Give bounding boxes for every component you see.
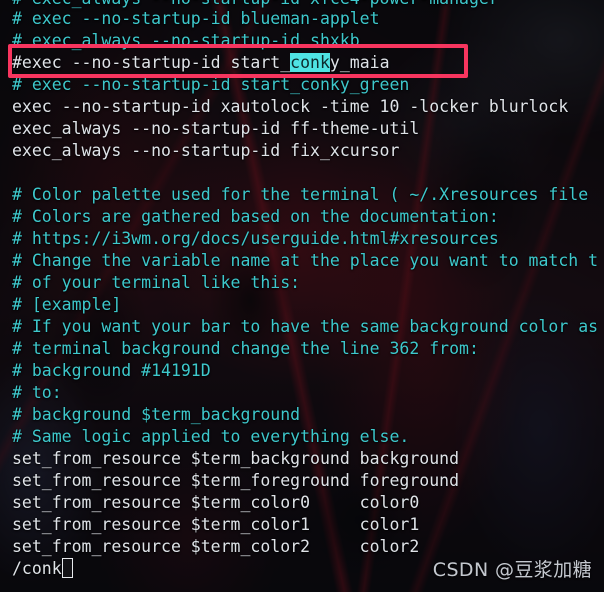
code-line[interactable]: # Same logic applied to everything else. — [12, 426, 409, 448]
code-line[interactable]: # [example] — [12, 294, 121, 316]
code-line[interactable]: /conk — [12, 558, 62, 580]
code-line[interactable]: # Change the variable name at the place … — [12, 250, 598, 272]
code-line[interactable]: # exec --no-startup-id blueman-applet — [12, 8, 380, 30]
code-line[interactable]: set_from_resource $term_color1 color1 — [12, 514, 419, 536]
screenshot-root: # exec_always --no-startup-id xfce4-powe… — [0, 0, 604, 592]
code-line[interactable]: # of your terminal like this: — [12, 272, 300, 294]
code-line[interactable]: set_from_resource $term_background backg… — [12, 448, 459, 470]
code-line[interactable]: # background $term_background — [12, 404, 300, 426]
code-line[interactable]: set_from_resource $term_foreground foreg… — [12, 470, 459, 492]
code-line[interactable]: # exec --no-startup-id start_conky_green — [12, 74, 409, 96]
csdn-watermark: CSDN @豆浆加糖 — [432, 559, 592, 581]
code-line[interactable]: # Colors are gathered based on the docum… — [12, 206, 499, 228]
code-line[interactable]: #exec --no-startup-id start_conky_maia — [12, 52, 390, 74]
search-match-highlight: conk — [290, 53, 330, 72]
code-line[interactable]: exec --no-startup-id xautolock -time 10 … — [12, 96, 568, 118]
terminal-window[interactable]: # exec_always --no-startup-id xfce4-powe… — [0, 0, 604, 592]
code-line[interactable]: # terminal background change the line 36… — [12, 338, 479, 360]
code-line[interactable]: # exec_always --no-startup-id shxkb — [12, 30, 360, 52]
text-cursor — [62, 558, 73, 578]
code-line[interactable]: exec_always --no-startup-id fix_xcursor — [12, 140, 399, 162]
code-line[interactable]: set_from_resource $term_color0 color0 — [12, 492, 419, 514]
code-line[interactable]: # background #14191D — [12, 360, 211, 382]
code-line[interactable]: # https://i3wm.org/docs/userguide.html#x… — [12, 228, 499, 250]
code-line[interactable]: # Color palette used for the terminal ( … — [12, 184, 588, 206]
code-line[interactable]: exec_always --no-startup-id ff-theme-uti… — [12, 118, 419, 140]
code-line[interactable]: # to: — [12, 382, 62, 404]
code-line[interactable]: set_from_resource $term_color2 color2 — [12, 536, 419, 558]
code-line[interactable]: # If you want your bar to have the same … — [12, 316, 598, 338]
